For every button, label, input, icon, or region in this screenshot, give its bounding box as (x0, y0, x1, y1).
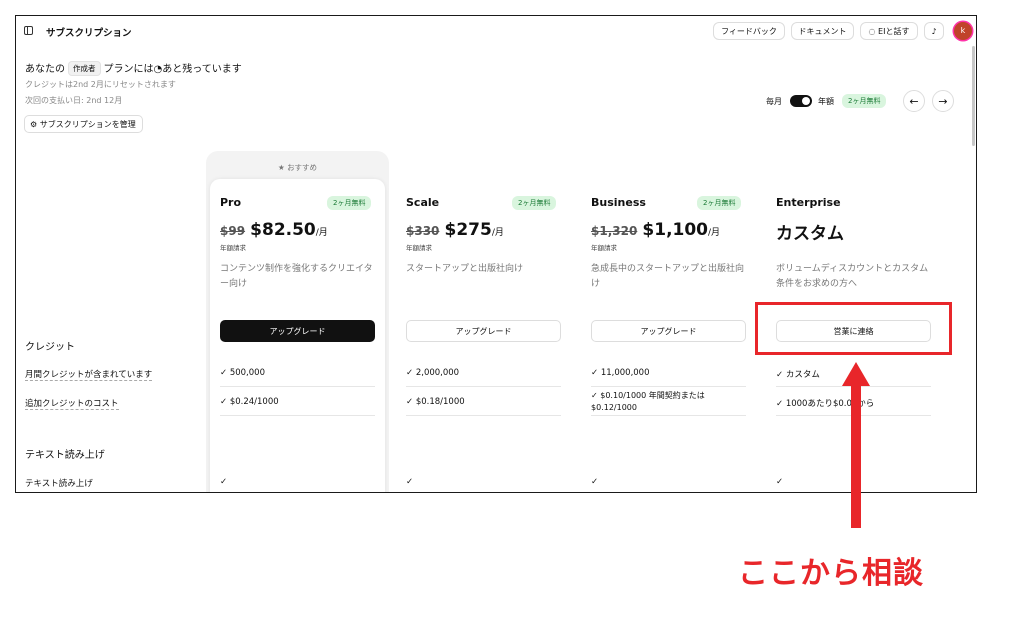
yearly-discount-badge: 2ヶ月無料 (842, 94, 887, 108)
talk-ai-button[interactable]: ◌ EIと話す (860, 22, 918, 40)
tts-row-label: テキスト読み上げ (25, 479, 93, 489)
divider (220, 386, 375, 387)
check-icon: ✓ (406, 397, 414, 407)
check-icon: ✓ (591, 368, 599, 378)
included-credits-cell: ✓ 11,000,000 (591, 368, 650, 378)
extra-cost-cell: ✓ $0.10/1000 年間契約または $0.12/1000 (591, 391, 705, 412)
upgrade-scale-button[interactable]: アップグレード (406, 320, 561, 342)
recommended-label: ★ おすすめ (277, 163, 318, 172)
plan-billing: 年額請求 (406, 244, 432, 252)
toggle-yearly-label: 年額 (818, 97, 834, 106)
check-icon: ✓ (776, 370, 784, 380)
divider (591, 386, 746, 387)
feedback-button[interactable]: フィードバック (713, 22, 785, 40)
plan-badge: 2ヶ月無料 (327, 196, 372, 210)
plan-name: Enterprise (776, 196, 841, 209)
plan-price: $99 $82.50/月 (220, 220, 328, 240)
divider (406, 386, 561, 387)
divider (406, 415, 561, 416)
extra-cost-cell: ✓ $0.24/1000 (220, 397, 279, 407)
annotation-arrow-icon (842, 362, 870, 528)
check-icon: ✓ (406, 368, 414, 378)
upgrade-business-button[interactable]: アップグレード (591, 320, 746, 342)
extra-credit-cost-label[interactable]: 追加クレジットのコスト (25, 397, 119, 410)
annotation-text: ここから相談 (738, 556, 924, 591)
check-icon: ✓ (776, 399, 784, 409)
loading-spinner-icon: ◔ (153, 64, 163, 75)
check-icon: ✓ (591, 391, 598, 400)
gear-icon: ⚙ (30, 120, 38, 129)
plan-price: カスタム (776, 224, 844, 244)
plan-name: Pro (220, 196, 242, 209)
plan-description: ボリュームディスカウントとカスタム条件をお求めの方へ (776, 264, 929, 289)
credits-section-heading: クレジット (25, 342, 75, 353)
check-icon: ✓ (591, 477, 599, 487)
sidebar-toggle-icon[interactable] (24, 26, 33, 35)
notification-bell-icon[interactable]: ♪ (924, 22, 944, 40)
arrow-right-icon[interactable]: → (932, 90, 954, 112)
check-icon: ✓ (220, 477, 228, 487)
plan-description: スタートアップと出版社向け (406, 264, 524, 274)
plan-status: あなたの 作成者 プランには◔あと残っています (25, 60, 242, 76)
extra-cost-cell: ✓ $0.18/1000 (406, 397, 465, 407)
included-credits-cell: ✓ 500,000 (220, 368, 265, 378)
arrow-left-icon[interactable]: ← (903, 90, 925, 112)
upgrade-pro-button[interactable]: アップグレード (220, 320, 375, 342)
check-icon: ✓ (220, 368, 228, 378)
app-window: サブスクリプション フィードバック ドキュメント ◌ EIと話す ♪ k あなた… (15, 15, 977, 493)
page-title: サブスクリプション (46, 28, 132, 39)
toggle-monthly-label: 毎月 (766, 97, 782, 106)
included-credits-label[interactable]: 月間クレジットが含まれています (25, 368, 153, 381)
check-icon: ✓ (220, 397, 228, 407)
plan-billing: 年額請求 (591, 244, 617, 252)
plan-description: 急成長中のスタートアップと出版社向け (591, 264, 745, 289)
plan-billing: 年額請求 (220, 244, 246, 252)
included-credits-cell: ✓ 2,000,000 (406, 368, 460, 378)
plan-description: コンテンツ制作を強化するクリエイター向け (220, 264, 373, 289)
divider (591, 415, 746, 416)
plan-badge: 2ヶ月無料 (512, 196, 557, 210)
highlight-box (755, 302, 952, 355)
manage-subscription-button[interactable]: ⚙ サブスクリプションを管理 (24, 115, 143, 133)
plan-name: Business (591, 196, 646, 209)
plan-chip: 作成者 (68, 61, 101, 76)
reset-note: クレジットは2nd 2月にリセットされます (25, 80, 176, 89)
scrollbar[interactable] (972, 46, 975, 146)
docs-button[interactable]: ドキュメント (791, 22, 854, 40)
next-payment: 次回の支払い日: 2nd 12月 (25, 96, 123, 105)
check-icon: ✓ (406, 477, 414, 487)
tts-section-heading: テキスト読み上げ (25, 450, 105, 461)
plan-price: $330 $275/月 (406, 220, 504, 240)
plan-name: Scale (406, 196, 440, 209)
star-icon: ★ (277, 163, 285, 172)
avatar[interactable]: k (954, 22, 972, 40)
divider (220, 415, 375, 416)
plan-price: $1,320 $1,100/月 (591, 220, 721, 240)
billing-toggle[interactable] (790, 95, 812, 107)
chat-bubble-icon: ◌ (868, 27, 876, 36)
plan-badge: 2ヶ月無料 (697, 196, 742, 210)
